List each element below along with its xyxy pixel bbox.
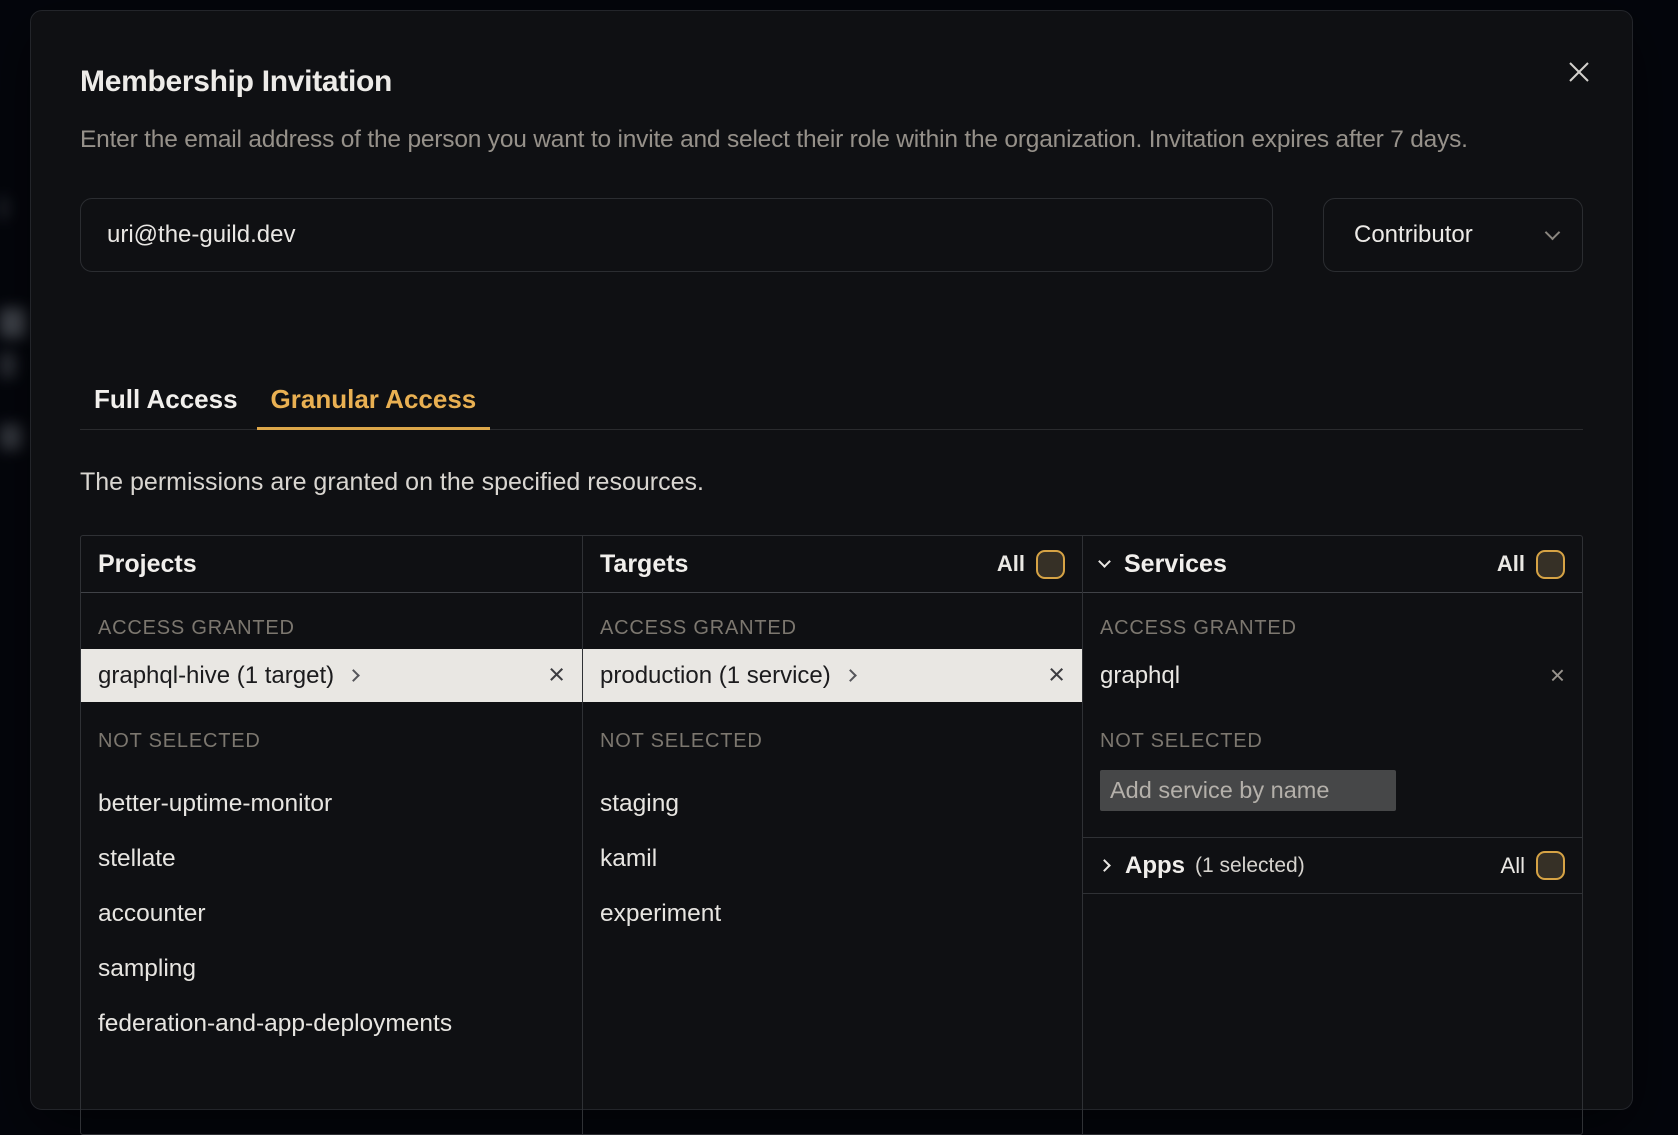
targets-column: Targets All ACCESS GRANTED production (1…	[583, 536, 1083, 1134]
access-granted-label: ACCESS GRANTED	[1083, 607, 1582, 649]
membership-invitation-dialog: Membership Invitation Enter the email ad…	[30, 10, 1633, 1110]
close-button[interactable]	[1560, 53, 1598, 91]
target-item[interactable]: kamil	[583, 831, 1082, 886]
role-select-value: Contributor	[1354, 221, 1473, 249]
apps-all-toggle[interactable]: All	[1501, 851, 1565, 880]
add-service-input[interactable]	[1100, 770, 1396, 811]
granted-target-row[interactable]: production (1 service) ×	[583, 649, 1082, 702]
background-artifact	[0, 424, 22, 450]
remove-service-button[interactable]: ×	[1550, 661, 1565, 690]
background-artifact	[0, 196, 8, 220]
background-artifact	[0, 352, 16, 378]
projects-header: Projects	[81, 536, 582, 593]
role-select[interactable]: Contributor	[1323, 198, 1583, 272]
targets-all-checkbox[interactable]	[1036, 550, 1065, 579]
not-selected-label: NOT SELECTED	[81, 720, 582, 762]
services-all-label: All	[1497, 551, 1525, 577]
not-selected-label: NOT SELECTED	[1083, 720, 1582, 762]
target-item[interactable]: experiment	[583, 886, 1082, 941]
services-header[interactable]: Services All	[1083, 536, 1582, 593]
project-item[interactable]: federation-and-app-deployments	[81, 996, 582, 1051]
services-all-toggle[interactable]: All	[1497, 550, 1565, 579]
projects-column: Projects ACCESS GRANTED graphql-hive (1 …	[81, 536, 583, 1134]
services-title: Services	[1124, 550, 1227, 579]
dialog-title: Membership Invitation	[80, 63, 1583, 101]
chevron-down-icon	[1098, 555, 1111, 568]
apps-all-label: All	[1501, 853, 1525, 879]
access-granted-label: ACCESS GRANTED	[583, 607, 1082, 649]
targets-title: Targets	[600, 550, 688, 579]
services-all-checkbox[interactable]	[1536, 550, 1565, 579]
access-granted-label: ACCESS GRANTED	[81, 607, 582, 649]
project-item[interactable]: sampling	[81, 941, 582, 996]
project-item[interactable]: stellate	[81, 831, 582, 886]
targets-list: staging kamil experiment	[583, 776, 1082, 941]
close-icon	[1566, 59, 1592, 85]
target-item[interactable]: staging	[583, 776, 1082, 831]
chevron-down-icon	[1545, 225, 1561, 241]
background-artifact	[0, 308, 26, 338]
services-column: Services All ACCESS GRANTED graphql × NO…	[1083, 536, 1582, 1134]
email-input[interactable]	[80, 198, 1273, 272]
projects-title: Projects	[98, 550, 197, 579]
dialog-description: Enter the email address of the person yo…	[80, 121, 1583, 158]
remove-project-button[interactable]: ×	[548, 661, 565, 690]
projects-list: better-uptime-monitor stellate accounter…	[81, 776, 582, 1051]
granted-service-row[interactable]: graphql ×	[1083, 649, 1582, 702]
project-item[interactable]: accounter	[81, 886, 582, 941]
project-item[interactable]: better-uptime-monitor	[81, 776, 582, 831]
apps-section-row[interactable]: Apps (1 selected) All	[1083, 837, 1582, 894]
not-selected-label: NOT SELECTED	[583, 720, 1082, 762]
targets-header: Targets All	[583, 536, 1082, 593]
tab-granular-access[interactable]: Granular Access	[257, 384, 491, 430]
chevron-right-icon	[844, 669, 857, 682]
apps-selected-count: (1 selected)	[1195, 854, 1305, 878]
granted-service-label: graphql	[1100, 662, 1180, 690]
targets-all-label: All	[997, 551, 1025, 577]
resources-panel: Projects ACCESS GRANTED graphql-hive (1 …	[80, 535, 1583, 1135]
apps-all-checkbox[interactable]	[1536, 851, 1565, 880]
chevron-right-icon	[347, 669, 360, 682]
remove-target-button[interactable]: ×	[1048, 661, 1065, 690]
chevron-right-icon	[1098, 859, 1111, 872]
granted-target-label: production (1 service)	[600, 662, 831, 690]
apps-title: Apps	[1125, 852, 1185, 880]
granted-project-label: graphql-hive (1 target)	[98, 662, 334, 690]
granted-project-row[interactable]: graphql-hive (1 target) ×	[81, 649, 582, 702]
permissions-note: The permissions are granted on the speci…	[80, 467, 1583, 497]
access-tabs: Full Access Granular Access	[80, 384, 1583, 430]
invite-row: Contributor	[80, 198, 1583, 272]
targets-all-toggle[interactable]: All	[997, 550, 1065, 579]
tab-full-access[interactable]: Full Access	[80, 384, 252, 429]
